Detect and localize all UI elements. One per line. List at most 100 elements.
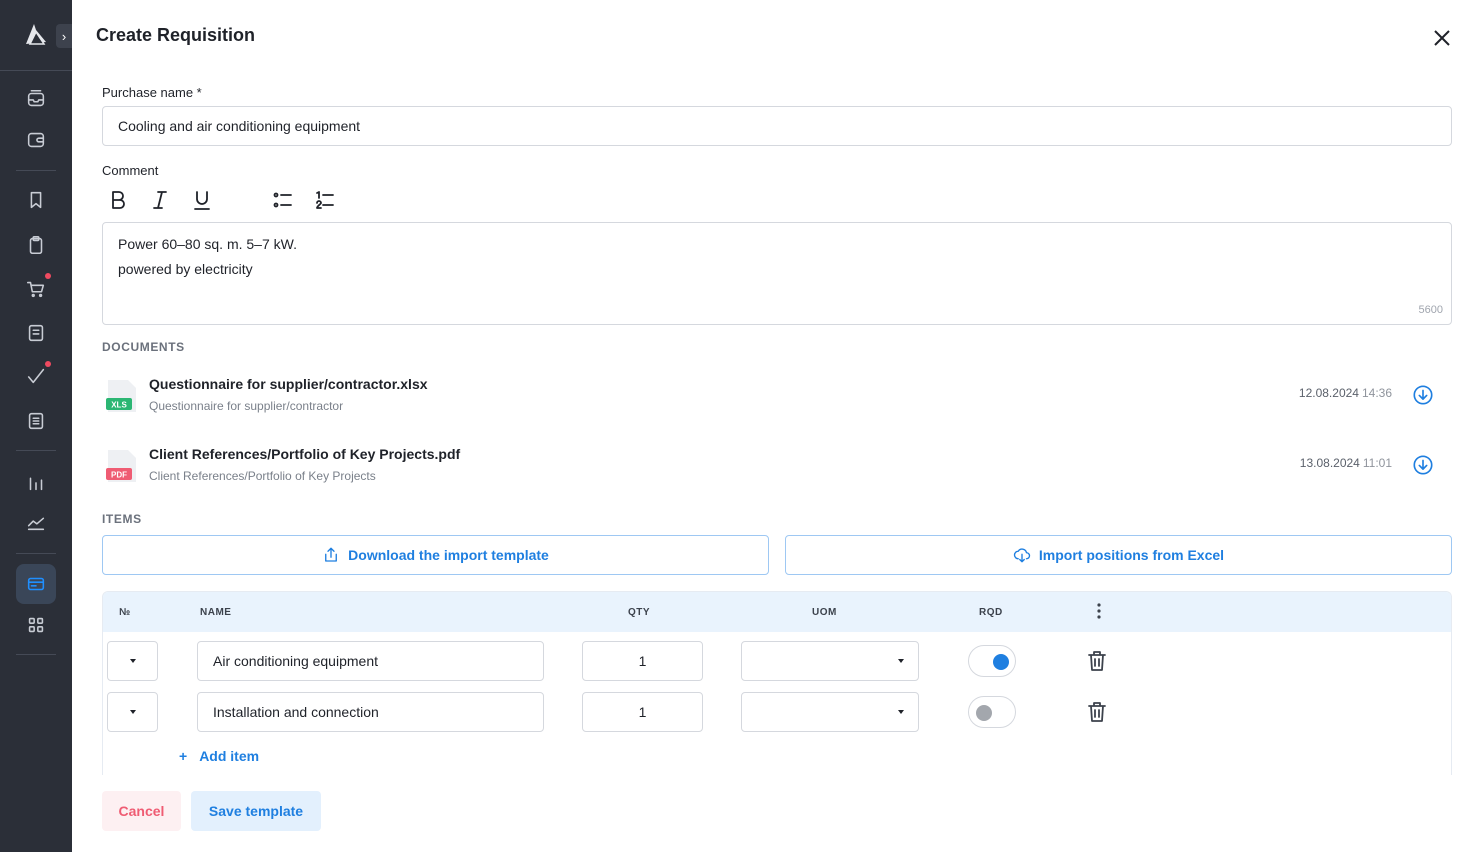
bold-icon <box>112 191 125 209</box>
close-button[interactable] <box>1428 24 1456 52</box>
bar-chart-icon <box>29 477 43 491</box>
document-item[interactable]: PDF Client References/Portfolio of Key P… <box>102 444 1452 494</box>
item-name-input[interactable]: Installation and connection <box>197 692 544 732</box>
documents-section-title: DOCUMENTS <box>102 340 185 354</box>
document-name[interactable]: Client References/Portfolio of Key Proje… <box>149 446 460 462</box>
purchase-name-input[interactable]: Cooling and air conditioning equipment <box>102 106 1452 146</box>
sidebar-divider <box>16 170 56 171</box>
cancel-button[interactable]: Cancel <box>102 791 181 831</box>
sidebar-item-bookmark[interactable] <box>16 180 56 220</box>
sidebar-item-inbox[interactable] <box>16 79 56 119</box>
item-qty-input[interactable]: 1 <box>582 641 703 681</box>
item-uom-select[interactable] <box>741 641 919 681</box>
pdf-file-icon-label: PDF <box>111 471 127 480</box>
plus-icon: + <box>179 748 188 764</box>
import-excel-button[interactable]: Import positions from Excel <box>785 535 1452 575</box>
comment-line: Power 60–80 sq. m. 5–7 kW. <box>118 236 297 252</box>
approvals-notification-badge <box>45 361 51 367</box>
line-chart-icon <box>27 517 45 531</box>
sidebar-divider <box>0 70 72 71</box>
bold-button[interactable] <box>104 186 132 214</box>
sidebar-item-bar-chart[interactable] <box>16 462 56 502</box>
underline-button[interactable] <box>188 186 216 214</box>
item-qty-input[interactable]: 1 <box>582 692 703 732</box>
trash-icon <box>1088 651 1106 671</box>
download-icon <box>1413 385 1433 405</box>
document-name[interactable]: Questionnaire for supplier/contractor.xl… <box>149 376 428 392</box>
document-time: 14:36 <box>1361 386 1392 400</box>
column-header-name: NAME <box>200 607 232 618</box>
comment-textarea[interactable]: Power 60–80 sq. m. 5–7 kW. powered by el… <box>102 222 1452 325</box>
more-vertical-icon[interactable] <box>1097 603 1101 619</box>
delete-row-button[interactable] <box>1087 701 1107 723</box>
items-table-header: № NAME QTY UOM RQD <box>103 592 1451 632</box>
sidebar-item-requisitions[interactable] <box>16 564 56 604</box>
numbered-list-icon <box>316 191 334 209</box>
download-button[interactable] <box>1412 454 1434 476</box>
item-uom-select[interactable] <box>741 692 919 732</box>
sidebar-divider <box>16 654 56 655</box>
card-icon <box>27 577 45 591</box>
document-item[interactable]: XLS Questionnaire for supplier/contracto… <box>102 374 1452 424</box>
trash-icon <box>1088 702 1106 722</box>
sidebar-item-clipboard[interactable] <box>16 225 56 265</box>
pdf-file-icon: PDF <box>106 450 136 482</box>
sidebar-item-wallet[interactable] <box>16 120 56 160</box>
chevron-down-icon <box>898 710 904 714</box>
document-date-value: 13.08.2024 <box>1299 456 1360 470</box>
numbered-list-button[interactable] <box>311 186 339 214</box>
close-icon <box>1434 30 1450 46</box>
cart-icon <box>26 281 45 298</box>
chevron-down-icon <box>129 659 136 663</box>
xls-file-icon-label: XLS <box>111 401 127 410</box>
chevron-down-icon <box>129 710 136 714</box>
column-header-rqd: RQD <box>979 607 1003 618</box>
row-number-select[interactable] <box>107 692 158 732</box>
logo-icon[interactable] <box>22 20 50 48</box>
sidebar-divider <box>16 553 56 554</box>
document-date-value: 12.08.2024 <box>1298 386 1359 400</box>
rqd-toggle-off[interactable] <box>968 696 1016 728</box>
underline-icon <box>194 191 210 210</box>
sidebar-item-list[interactable] <box>16 401 56 441</box>
list-icon <box>28 412 44 430</box>
toggle-knob <box>993 654 1009 670</box>
add-item-label: Add item <box>199 748 260 764</box>
comment-char-counter: 5600 <box>1418 304 1443 316</box>
sidebar-item-apps[interactable] <box>16 605 56 645</box>
download-template-button[interactable]: Download the import template <box>102 535 769 575</box>
bullet-list-icon <box>273 192 292 208</box>
column-header-uom: UOM <box>812 607 837 618</box>
check-icon <box>27 368 45 384</box>
clipboard-icon <box>29 235 43 255</box>
sidebar-divider <box>16 450 56 451</box>
comment-line: powered by electricity <box>118 261 253 277</box>
sidebar-item-document[interactable] <box>16 313 56 353</box>
document-date: 12.08.2024 14:36 <box>1299 386 1392 400</box>
add-item-button[interactable]: + Add item <box>179 748 259 764</box>
xls-file-icon: XLS <box>106 380 136 412</box>
wallet-icon <box>27 132 45 148</box>
upload-icon <box>325 547 338 562</box>
purchase-name-label: Purchase name * <box>102 85 202 100</box>
sidebar-item-line-chart[interactable] <box>16 502 56 542</box>
chevron-down-icon <box>898 659 904 663</box>
column-header-no: № <box>119 607 131 618</box>
save-template-button[interactable]: Save template <box>191 791 321 831</box>
comment-label: Comment <box>102 163 159 178</box>
items-section-title: ITEMS <box>102 512 142 526</box>
cloud-download-icon <box>1013 548 1031 563</box>
rqd-toggle-on[interactable] <box>968 645 1016 677</box>
bullet-list-button[interactable] <box>269 186 297 214</box>
delete-row-button[interactable] <box>1087 650 1107 672</box>
row-number-select[interactable] <box>107 641 158 681</box>
italic-button[interactable] <box>146 186 174 214</box>
download-icon <box>1413 455 1433 475</box>
toggle-knob <box>976 705 992 721</box>
download-button[interactable] <box>1412 384 1434 406</box>
document-description: Client References/Portfolio of Key Proje… <box>149 469 376 483</box>
sidebar-expand-button[interactable]: › <box>56 24 72 48</box>
download-template-label: Download the import template <box>348 547 549 563</box>
bookmark-icon <box>30 191 42 209</box>
item-name-input[interactable]: Air conditioning equipment <box>197 641 544 681</box>
